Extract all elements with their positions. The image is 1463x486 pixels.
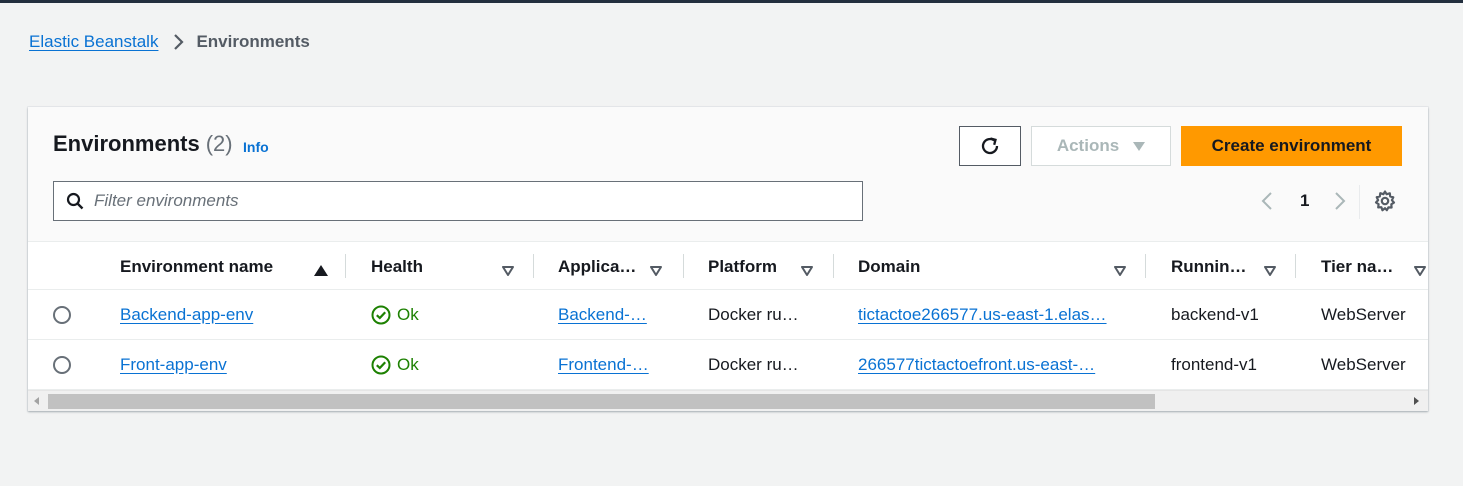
breadcrumb-current: Environments: [196, 32, 310, 51]
environments-panel: Environments (2) Info Actions Create env…: [28, 107, 1428, 411]
column-label: Tier na…: [1321, 256, 1394, 276]
info-link[interactable]: Info: [243, 139, 269, 155]
pagination-divider: [1359, 185, 1360, 219]
column-header-domain[interactable]: Domain: [858, 242, 1138, 291]
table-header: Environment name Health Applica… Platfor…: [28, 241, 1428, 290]
tier-value: WebServer: [1321, 354, 1406, 374]
health-label: Ok: [397, 304, 419, 324]
environment-count: (2): [205, 131, 233, 156]
column-divider: [683, 254, 684, 278]
filter-environments-input[interactable]: [94, 191, 794, 211]
application-link[interactable]: Backend-…: [558, 290, 647, 339]
sort-ascending-icon[interactable]: [314, 261, 328, 281]
column-header-application[interactable]: Applica…: [558, 242, 668, 291]
scroll-right-arrow-icon[interactable]: [1414, 397, 1419, 405]
environment-name-link[interactable]: Backend-app-env: [120, 290, 253, 339]
column-divider: [345, 254, 346, 278]
health-status: Ok: [371, 340, 419, 389]
column-label: Applica…: [558, 256, 637, 276]
column-label: Platform: [708, 256, 777, 276]
tier-value: WebServer: [1321, 304, 1406, 324]
column-header-environment-name[interactable]: Environment name: [120, 242, 334, 291]
application-link[interactable]: Frontend-…: [558, 340, 649, 389]
panel-title-text: Environments: [53, 131, 200, 156]
chevron-right-icon: [172, 33, 185, 51]
caret-down-icon: [1133, 141, 1146, 151]
refresh-icon: [979, 135, 1001, 157]
column-divider: [533, 254, 534, 278]
filter-environments-field[interactable]: [53, 181, 863, 221]
chevron-right-icon[interactable]: [1329, 191, 1351, 211]
health-status: Ok: [371, 290, 419, 339]
scrollbar-thumb[interactable]: [48, 394, 1155, 409]
check-circle-icon: [371, 305, 391, 325]
actions-dropdown-button[interactable]: Actions: [1031, 126, 1171, 166]
current-page-number[interactable]: 1: [1300, 191, 1309, 211]
column-label: Domain: [858, 256, 921, 276]
column-label: Environment name: [120, 256, 274, 276]
domain-link[interactable]: tictactoe266577.us-east-1.elas…: [858, 290, 1107, 339]
create-environment-button[interactable]: Create environment: [1181, 126, 1402, 166]
check-circle-icon: [371, 355, 391, 375]
sort-caret-icon[interactable]: [502, 261, 514, 281]
scroll-left-arrow-icon[interactable]: [34, 397, 39, 405]
row-select-radio[interactable]: [53, 356, 71, 374]
chevron-left-icon[interactable]: [1256, 191, 1278, 211]
sort-caret-icon[interactable]: [1114, 261, 1126, 281]
column-header-running-version[interactable]: Runnin…: [1171, 242, 1281, 291]
column-divider: [1295, 254, 1296, 278]
column-header-platform[interactable]: Platform: [708, 242, 828, 291]
platform-value: Docker ru…: [708, 354, 799, 374]
platform-value: Docker ru…: [708, 304, 799, 324]
breadcrumb-elastic-beanstalk[interactable]: Elastic Beanstalk: [29, 32, 158, 52]
breadcrumb: Elastic Beanstalk Environments: [29, 31, 310, 53]
health-label: Ok: [397, 354, 419, 374]
running-version-value: backend-v1: [1171, 304, 1259, 324]
running-version-value: frontend-v1: [1171, 354, 1257, 374]
table-row[interactable]: Backend-app-env Ok Backend-… Docker ru… …: [28, 290, 1428, 340]
top-navigation-bar: [0, 0, 1463, 3]
panel-header: Environments (2) Info Actions Create env…: [28, 107, 1428, 241]
column-header-health[interactable]: Health: [371, 242, 521, 291]
column-header-tier-name[interactable]: Tier na…: [1321, 242, 1428, 291]
table-row[interactable]: Front-app-env Ok Frontend-… Docker ru… 2…: [28, 340, 1428, 390]
horizontal-scrollbar[interactable]: [28, 390, 1428, 411]
row-select-radio[interactable]: [53, 306, 71, 324]
search-icon: [66, 192, 84, 210]
refresh-button[interactable]: [959, 126, 1021, 166]
column-divider: [1145, 254, 1146, 278]
pagination: 1: [1256, 187, 1351, 215]
actions-label: Actions: [1056, 136, 1120, 155]
gear-icon[interactable]: [1373, 189, 1397, 213]
domain-link[interactable]: 266577tictactoefront.us-east-…: [858, 340, 1095, 389]
sort-caret-icon[interactable]: [1414, 261, 1426, 281]
sort-caret-icon[interactable]: [801, 261, 813, 281]
column-label: Health: [371, 256, 423, 276]
column-label: Runnin…: [1171, 256, 1247, 276]
column-divider: [833, 254, 834, 278]
environment-name-link[interactable]: Front-app-env: [120, 340, 227, 389]
sort-caret-icon[interactable]: [1264, 261, 1276, 281]
panel-title: Environments (2): [53, 131, 233, 157]
sort-caret-icon[interactable]: [650, 261, 662, 281]
